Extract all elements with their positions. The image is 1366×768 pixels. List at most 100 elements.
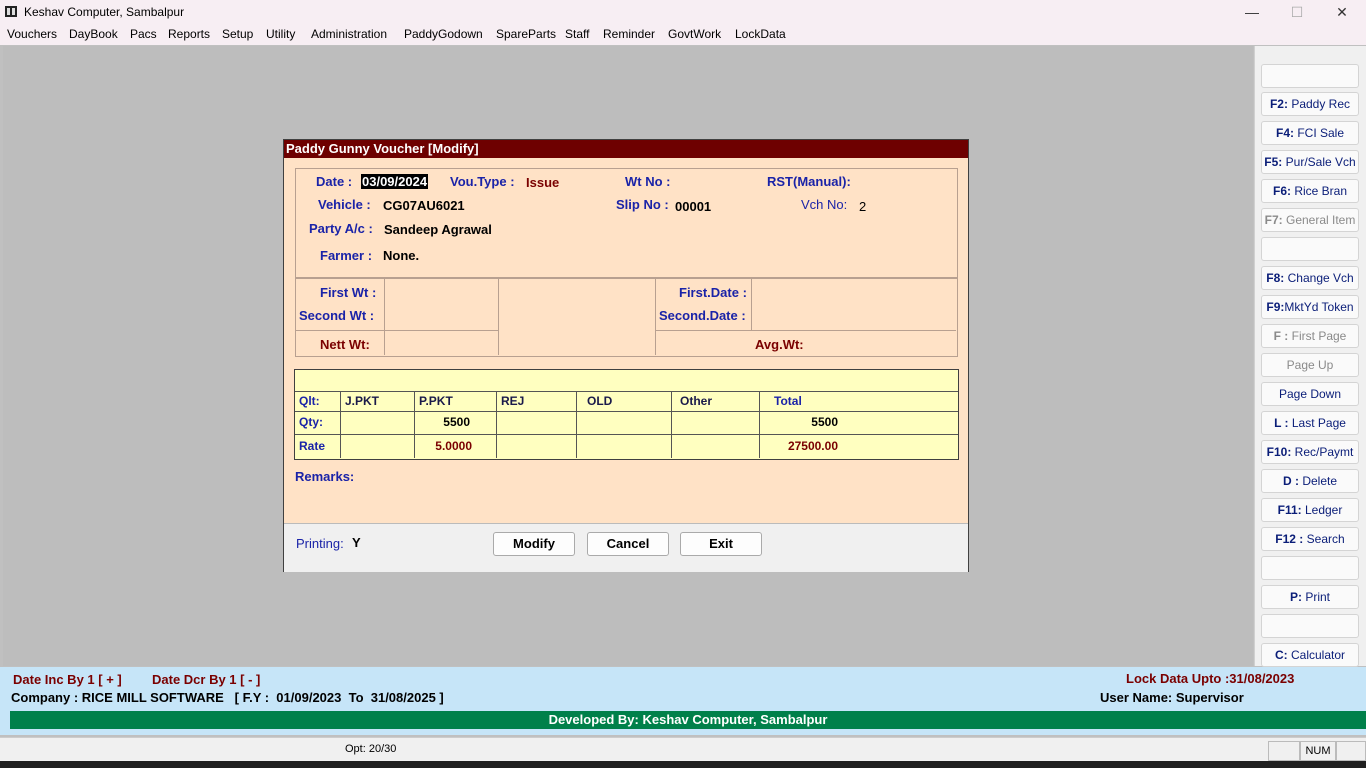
party-label: Party A/c :	[309, 221, 373, 236]
last-page-button[interactable]: L : Last Page	[1261, 411, 1359, 435]
maximize-icon[interactable]: ☐	[1275, 2, 1319, 22]
date-label: Date :	[316, 174, 353, 189]
pur-sale-vch-button[interactable]: F5: Pur/Sale Vch	[1261, 150, 1359, 174]
weights-hline-left	[295, 330, 498, 331]
exit-button[interactable]: Exit	[680, 532, 762, 556]
menu-pacs[interactable]: Pacs	[130, 27, 157, 41]
print-button[interactable]: P: Print	[1261, 585, 1359, 609]
modify-button[interactable]: Modify	[493, 532, 575, 556]
second-date-label: Second.Date :	[659, 308, 746, 323]
first-page-button[interactable]: F : First Page	[1261, 324, 1359, 348]
weights-hline-right	[655, 330, 956, 331]
grid-qty-old[interactable]	[577, 412, 672, 435]
grid-rate-total: 27500.00	[787, 439, 838, 453]
shortcut-panel: F2: Paddy Rec F4: FCI Sale F5: Pur/Sale …	[1254, 46, 1366, 667]
farmer-field[interactable]: None.	[383, 248, 419, 263]
vehicle-label: Vehicle :	[318, 197, 371, 212]
grid-qty-jpkt[interactable]	[341, 412, 415, 435]
first-date-label: First.Date :	[679, 285, 747, 300]
blank-shortcut-mid	[1261, 237, 1359, 261]
close-icon[interactable]: ✕	[1320, 2, 1364, 22]
grid-header-qlt: Qlt:	[295, 391, 341, 412]
ledger-button[interactable]: F11: Ledger	[1261, 498, 1359, 522]
vehicle-field[interactable]: CG07AU6021	[383, 198, 465, 213]
avg-wt-label: Avg.Wt:	[755, 337, 804, 352]
grid-rate-other[interactable]	[672, 435, 760, 458]
menu-govtwork[interactable]: GovtWork	[668, 27, 721, 41]
grid-rate-jpkt[interactable]	[341, 435, 415, 458]
menu-daybook[interactable]: DayBook	[69, 27, 118, 41]
date-inc-hint: Date Inc By 1 [ + ]	[13, 672, 122, 687]
voutype-label: Vou.Type :	[450, 174, 515, 189]
farmer-label: Farmer :	[320, 248, 373, 263]
grid-qty-rej[interactable]	[497, 412, 577, 435]
blank-shortcut-top	[1261, 64, 1359, 88]
opt-counter: Opt: 20/30	[345, 743, 397, 755]
wtno-label: Wt No :	[625, 174, 671, 189]
grid-header-rej: REJ	[497, 391, 577, 412]
page-up-button[interactable]: Page Up	[1261, 353, 1359, 377]
fci-sale-button[interactable]: F4: FCI Sale	[1261, 121, 1359, 145]
search-button[interactable]: F12 : Search	[1261, 527, 1359, 551]
num-lock-indicator: NUM	[1300, 741, 1336, 761]
grid-header-other: Other	[672, 391, 760, 412]
menu-reports[interactable]: Reports	[168, 27, 210, 41]
date-field[interactable]: 03/09/2024	[361, 174, 429, 189]
page-down-button[interactable]: Page Down	[1261, 382, 1359, 406]
menu-paddygodown[interactable]: PaddyGodown	[404, 27, 483, 41]
menu-utility[interactable]: Utility	[266, 27, 295, 41]
company-info: Company : RICE MILL SOFTWARE [ F.Y : 01/…	[11, 690, 444, 705]
remarks-label: Remarks:	[295, 469, 355, 484]
grid-qty-ppkt[interactable]: 5500	[415, 412, 497, 435]
grid-rate-ppkt[interactable]: 5.0000	[415, 435, 497, 458]
status-bar: Opt: 20/30 NUM	[0, 737, 1366, 762]
cancel-button[interactable]: Cancel	[587, 532, 669, 556]
vchno-label: Vch No:	[801, 197, 848, 212]
grid-qty-label: Qty:	[295, 412, 341, 435]
dialog-footer: Printing: Y Modify Cancel Exit	[284, 523, 968, 572]
grid-qty-other[interactable]	[672, 412, 760, 435]
grid-header-jpkt: J.PKT	[341, 391, 415, 412]
second-wt-label: Second Wt :	[299, 308, 375, 323]
general-item-button[interactable]: F7: General Item	[1261, 208, 1359, 232]
printing-field[interactable]: Y	[352, 535, 361, 550]
menu-vouchers[interactable]: Vouchers	[7, 27, 57, 41]
rst-manual-label: RST(Manual):	[767, 174, 851, 189]
party-field[interactable]: Sandeep Agrawal	[384, 222, 492, 237]
menu-setup[interactable]: Setup	[222, 27, 253, 41]
grid-rate-label: Rate	[295, 435, 341, 458]
voutype-field[interactable]: Issue	[526, 175, 559, 190]
taskbar-strip	[0, 761, 1366, 768]
rec-paymt-button[interactable]: F10: Rec/Paymt	[1261, 440, 1359, 464]
grid-rate-rej[interactable]	[497, 435, 577, 458]
menu-staff[interactable]: Staff	[565, 27, 589, 41]
delete-button[interactable]: D : Delete	[1261, 469, 1359, 493]
menu-lockdata[interactable]: LockData	[735, 27, 786, 41]
mktyd-token-button[interactable]: F9:MktYd Token	[1261, 295, 1359, 319]
menu-bar: Vouchers DayBook Pacs Reports Setup Util…	[0, 24, 1366, 45]
calculator-button[interactable]: C: Calculator	[1261, 643, 1359, 667]
status-pane-end	[1336, 741, 1366, 761]
grid-header-ppkt: P.PKT	[415, 391, 497, 412]
vchno-field[interactable]: 2	[859, 199, 866, 214]
grid-header-total: Total	[760, 391, 958, 412]
weights-frame	[295, 278, 958, 357]
dialog-title: Paddy Gunny Voucher [Modify]	[284, 140, 968, 158]
menu-administration[interactable]: Administration	[311, 27, 387, 41]
developer-banner: Developed By: Keshav Computer, Sambalpur	[10, 711, 1366, 729]
printing-label: Printing:	[296, 536, 344, 551]
change-vch-button[interactable]: F8: Change Vch	[1261, 266, 1359, 290]
title-bar: Keshav Computer, Sambalpur — ☐ ✕	[0, 0, 1366, 24]
grid-top-band	[295, 370, 958, 392]
menu-reminder[interactable]: Reminder	[603, 27, 655, 41]
grid-rate-old[interactable]	[577, 435, 672, 458]
user-name: User Name: Supervisor	[1100, 690, 1244, 705]
menu-spareparts[interactable]: SpareParts	[496, 27, 556, 41]
weights-divider-4	[751, 278, 752, 330]
weights-divider-2	[498, 278, 499, 355]
paddy-rec-button[interactable]: F2: Paddy Rec	[1261, 92, 1359, 116]
rice-bran-button[interactable]: F6: Rice Bran	[1261, 179, 1359, 203]
minimize-icon[interactable]: —	[1230, 2, 1274, 22]
slipno-field[interactable]: 00001	[675, 199, 711, 214]
qty-rate-grid: Qlt: J.PKT P.PKT REJ OLD Other Total Qty…	[294, 369, 959, 460]
